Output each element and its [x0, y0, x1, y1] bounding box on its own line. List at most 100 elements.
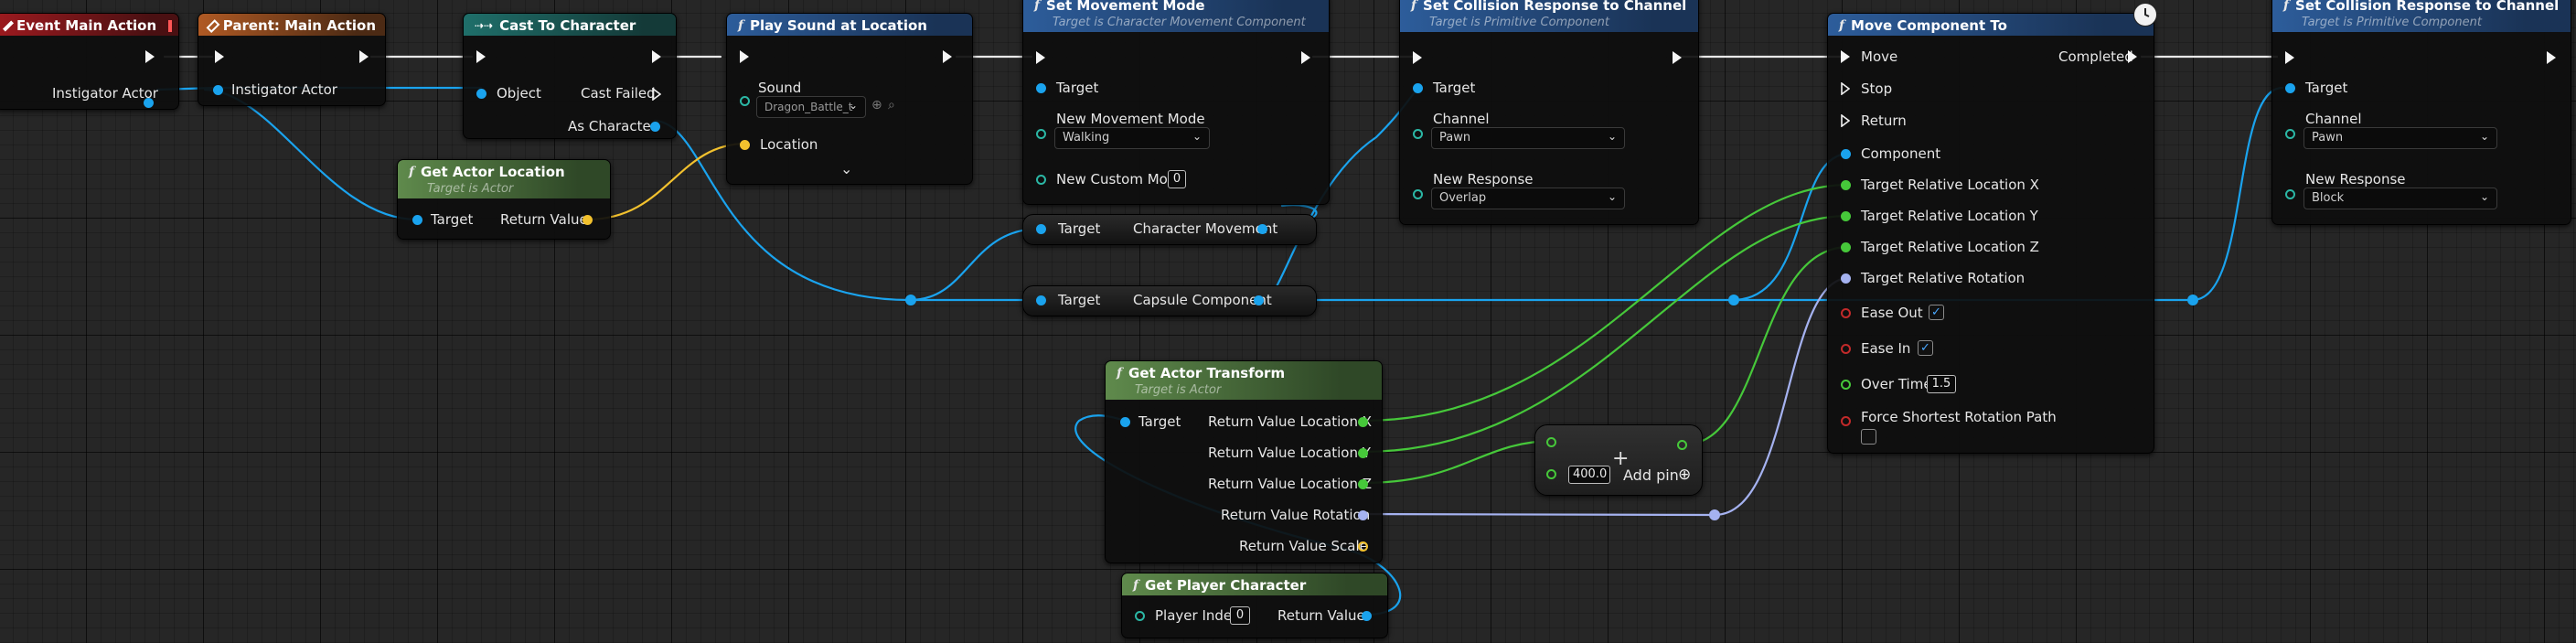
add-input-b-pin[interactable]: [1546, 469, 1556, 479]
exec-out-pin[interactable]: [145, 50, 155, 63]
plus-circle-icon[interactable]: ⊕: [1678, 466, 1691, 484]
object-pin[interactable]: [476, 89, 486, 99]
return-scale-pin[interactable]: [1358, 541, 1368, 552]
reroute-knot[interactable]: [1709, 509, 1720, 520]
exec-out-pin[interactable]: [943, 50, 952, 63]
exec-out-pin[interactable]: [652, 50, 661, 63]
return-location-x-pin[interactable]: [1358, 417, 1368, 427]
player-index-input[interactable]: 0: [1230, 606, 1250, 625]
target-pin[interactable]: [1036, 224, 1046, 234]
cast-failed-exec-pin[interactable]: [652, 87, 662, 102]
exec-out-pin[interactable]: [1673, 51, 1682, 64]
channel-dropdown[interactable]: Pawn ⌄: [1431, 127, 1625, 149]
node-get-actor-transform[interactable]: f Get Actor Transform Target is Actor Ta…: [1105, 360, 1383, 563]
parent-diamond-icon: [206, 18, 220, 33]
completed-exec-pin[interactable]: [2128, 50, 2137, 63]
node-get-player-character[interactable]: f Get Player Character Player Index 0 Re…: [1121, 573, 1388, 638]
response-dropdown[interactable]: Block ⌄: [2303, 188, 2497, 209]
return-rotation-pin[interactable]: [1358, 510, 1368, 520]
exec-in-pin[interactable]: [1036, 51, 1045, 64]
channel-pin[interactable]: [2285, 129, 2295, 139]
node-set-collision-response-1[interactable]: f Set Collision Response to Channel Targ…: [1399, 0, 1699, 225]
exec-in-pin[interactable]: [740, 50, 749, 63]
ease-out-checkbox[interactable]: ✓: [1929, 305, 1944, 320]
pin-label: Capsule Component: [1133, 292, 1272, 308]
node-parent-main-action[interactable]: Parent: Main Action Instigator Actor: [198, 13, 386, 106]
exec-out-pin[interactable]: [1301, 51, 1310, 64]
instigator-actor-pin[interactable]: [213, 85, 223, 95]
sound-pin[interactable]: [740, 96, 750, 106]
target-pin[interactable]: [1036, 83, 1046, 93]
browse-search-icon[interactable]: ⌕: [888, 98, 895, 113]
node-move-component-to[interactable]: f Move Component To Move Completed Stop …: [1827, 3, 2157, 454]
ease-in-pin[interactable]: [1841, 344, 1851, 354]
reroute-knot[interactable]: [2187, 295, 2198, 305]
target-rotation-pin[interactable]: [1841, 273, 1851, 284]
instigator-actor-pin[interactable]: [144, 98, 154, 108]
return-value-pin[interactable]: [583, 215, 593, 225]
add-input-a-pin[interactable]: [1546, 437, 1556, 447]
stop-exec-pin[interactable]: [1841, 81, 1851, 96]
target-location-y-pin[interactable]: [1841, 211, 1851, 221]
return-location-z-pin[interactable]: [1358, 479, 1368, 489]
node-character-movement[interactable]: Target Character Movement: [1022, 214, 1317, 245]
force-rotation-checkbox[interactable]: [1861, 429, 1876, 445]
return-value-pin[interactable]: [1362, 611, 1372, 621]
exec-in-pin[interactable]: [476, 50, 486, 63]
component-pin[interactable]: [1841, 149, 1851, 159]
ease-in-checkbox[interactable]: ✓: [1918, 340, 1933, 356]
node-set-collision-response-2[interactable]: f Set Collision Response to Channel Targ…: [2271, 0, 2571, 225]
movement-mode-dropdown[interactable]: Walking ⌄: [1054, 127, 1210, 149]
node-capsule-component[interactable]: Target Capsule Component: [1022, 285, 1317, 316]
add-output-pin[interactable]: [1677, 440, 1687, 450]
target-pin[interactable]: [1120, 417, 1130, 427]
channel-dropdown[interactable]: Pawn ⌄: [2303, 127, 2497, 149]
over-time-input[interactable]: 1.5: [1927, 375, 1956, 393]
target-pin[interactable]: [2285, 83, 2295, 93]
node-set-movement-mode[interactable]: f Set Movement Mode Target is Character …: [1022, 0, 1330, 205]
movement-mode-pin[interactable]: [1036, 129, 1046, 139]
add-pin-label[interactable]: Add pin: [1623, 467, 1679, 484]
exec-in-pin[interactable]: [2285, 51, 2294, 64]
target-location-x-pin[interactable]: [1841, 180, 1851, 190]
target-pin[interactable]: [1413, 83, 1423, 93]
location-pin[interactable]: [740, 140, 750, 150]
reroute-knot[interactable]: [905, 295, 916, 305]
target-pin[interactable]: [412, 215, 422, 225]
expand-chevron-icon[interactable]: ⌄: [840, 160, 852, 177]
use-asset-icon[interactable]: ⊕: [871, 98, 882, 113]
return-location-y-pin[interactable]: [1358, 448, 1368, 458]
as-character-pin[interactable]: [650, 122, 660, 132]
channel-pin[interactable]: [1413, 129, 1423, 139]
node-add-float[interactable]: 400.0 + Add pin ⊕: [1534, 424, 1703, 496]
pin-label: Over Time: [1861, 376, 1932, 392]
force-rotation-pin[interactable]: [1841, 416, 1851, 426]
character-movement-out-pin[interactable]: [1257, 224, 1267, 234]
event-diamond-icon: [2, 19, 15, 32]
capsule-out-pin[interactable]: [1254, 295, 1264, 305]
target-location-z-pin[interactable]: [1841, 242, 1851, 252]
exec-in-pin[interactable]: [1413, 51, 1422, 64]
node-title: Get Actor Location: [421, 164, 565, 180]
custom-mode-input[interactable]: 0: [1168, 170, 1186, 188]
exec-out-pin[interactable]: [359, 50, 369, 63]
node-play-sound-at-location[interactable]: f Play Sound at Location Sound Dragon_Ba…: [726, 13, 973, 185]
return-exec-pin[interactable]: [1841, 113, 1851, 128]
reroute-knot[interactable]: [1728, 295, 1739, 305]
node-cast-to-character[interactable]: ⇢⇢ Cast To Character Object Cast Failed …: [463, 13, 677, 139]
sound-asset-picker[interactable]: Dragon_Battle_t ⌄: [756, 96, 866, 118]
over-time-pin[interactable]: [1841, 380, 1851, 390]
add-input-b-value[interactable]: 400.0: [1568, 466, 1610, 484]
response-pin[interactable]: [1413, 189, 1423, 199]
response-pin[interactable]: [2285, 189, 2295, 199]
exec-out-pin[interactable]: [2547, 51, 2556, 64]
node-event-main-action[interactable]: Event Main Action Instigator Actor: [0, 13, 179, 110]
node-get-actor-location[interactable]: f Get Actor Location Target is Actor Tar…: [397, 159, 611, 240]
move-exec-pin[interactable]: [1841, 50, 1850, 63]
exec-in-pin[interactable]: [215, 50, 224, 63]
response-dropdown[interactable]: Overlap ⌄: [1431, 188, 1625, 209]
ease-out-pin[interactable]: [1841, 308, 1851, 318]
custom-mode-pin[interactable]: [1036, 175, 1046, 185]
player-index-pin[interactable]: [1135, 611, 1145, 621]
target-pin[interactable]: [1036, 295, 1046, 305]
